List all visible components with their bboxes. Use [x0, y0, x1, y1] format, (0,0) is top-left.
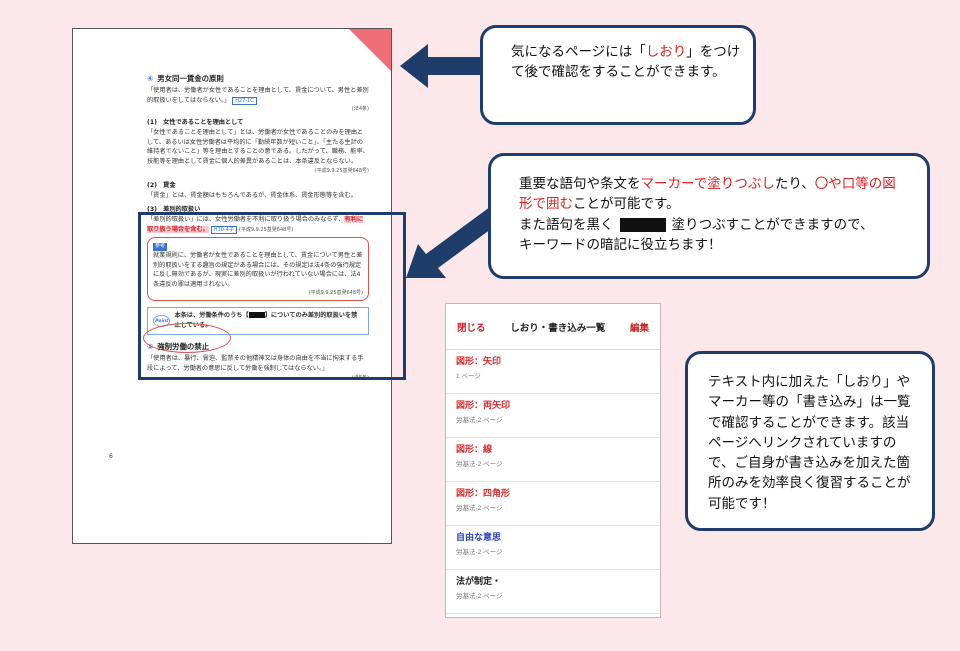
list-item-page: 労基法-2 ページ	[456, 461, 503, 468]
list-item[interactable]: 図形：線 労基法-2 ページ	[446, 438, 660, 482]
bookmark-list-panel: 閉じる しおり・書き込み一覧 編集 図形：矢印 1 ページ 図形：両矢印 労基法…	[445, 303, 661, 618]
section-4-text-block: 「使用者は、労働者が女性であることを理由として、賃金について、男性と差別的取扱い…	[147, 86, 369, 113]
callout-marker-line2-pre: また語句を黒く	[519, 216, 614, 233]
callout-review: テキスト内に加えた「しおり」やマーカー等の「書き込み」は一覧で確認することができ…	[685, 351, 935, 531]
callout-bookmark-red: しおり	[645, 44, 687, 60]
callout-marker-mid: たり、	[774, 176, 815, 192]
list-item[interactable]: 法が制定・ 労基法-2 ページ	[446, 570, 660, 614]
list-item-title: 法が制定・	[456, 576, 502, 586]
callout-review-text: テキスト内に加えた「しおり」やマーカー等の「書き込み」は一覧で確認することができ…	[708, 374, 911, 512]
list-item-page: 労基法-2 ページ	[456, 593, 503, 600]
list-item[interactable]: 図形：四角形 労基法-2 ページ	[446, 482, 660, 526]
section-4-heading: 男女同一賃金の原則	[157, 74, 224, 83]
list-item-title: 図形：矢印	[456, 356, 502, 366]
list-item[interactable]: 自由な意思 労基法-2 ページ	[446, 526, 660, 570]
arrow-left-icon	[400, 44, 482, 88]
callout-marker-pre: 重要な語句や条文を	[519, 176, 641, 192]
section-4-number: ④	[147, 74, 154, 83]
list-item[interactable]: 図形：両矢印 労基法-2 ページ	[446, 394, 660, 438]
highlight-frame	[138, 212, 406, 380]
item-1-cite: (平成9.9.25基発648号)	[314, 168, 369, 175]
list-item-title: 図形：両矢印	[456, 400, 511, 410]
list-item-page: 1 ページ	[456, 373, 481, 380]
callout-marker-line3: キーワードの暗記に役立ちます！	[519, 236, 722, 253]
panel-header: 閉じる しおり・書き込み一覧 編集	[446, 304, 660, 350]
callout-bookmark: 気になるページには「しおり」をつけて後で確認をすることができます。	[480, 25, 756, 125]
list-item-title: 自由な意思	[456, 532, 502, 542]
item-2-text: 「賃金」とは、賃金額はもちろんであるが、賃金体系、賃金形態等を含む。	[147, 191, 357, 199]
section-4-text: 「使用者は、労働者が女性であることを理由として、賃金について、男性と差別的取扱い…	[147, 87, 369, 105]
section-4-ref: H27-1C	[232, 97, 257, 106]
callout-marker: 重要な語句や条文をマーカーで塗りつぶしたり、〇や口等の図形で囲むことが可能です。…	[488, 153, 930, 279]
item-1-text: 「女性であることを理由として」とは、労働者が女性であることのみを理由として、ある…	[147, 129, 369, 165]
panel-title: しおり・書き込み一覧	[510, 322, 606, 334]
list-item-page: 労基法-2 ページ	[456, 505, 503, 512]
callout-marker-post: ことが可能です。	[573, 196, 680, 213]
item-2-label: (2) 賃金	[147, 182, 176, 190]
section-4-title: ④ 男女同一賃金の原則	[147, 73, 369, 84]
item-1-label: (1) 女性であることを理由として	[147, 119, 244, 127]
list-item-page: 労基法-2 ページ	[456, 417, 503, 424]
callout-marker-red1: マーカーで塗りつぶし	[640, 176, 775, 192]
callout-bookmark-pre: 気になるページには「	[511, 44, 646, 60]
section-4-cite: (法4条)	[351, 105, 369, 112]
list-item-title: 図形：四角形	[456, 488, 511, 498]
edit-button[interactable]: 編集	[630, 320, 649, 334]
callout-marker-line2-post: 塗りつぶすことができますので、	[671, 216, 874, 233]
page-number: 6	[109, 453, 113, 460]
close-button[interactable]: 閉じる	[457, 320, 486, 334]
bookmark-corner-icon[interactable]	[349, 29, 391, 71]
list-item[interactable]: 図形：矢印 1 ページ	[446, 350, 660, 394]
list-item-page: 労基法-2 ページ	[456, 549, 503, 556]
blackout-sample	[619, 217, 666, 232]
list-item-title: 図形：線	[456, 444, 493, 454]
